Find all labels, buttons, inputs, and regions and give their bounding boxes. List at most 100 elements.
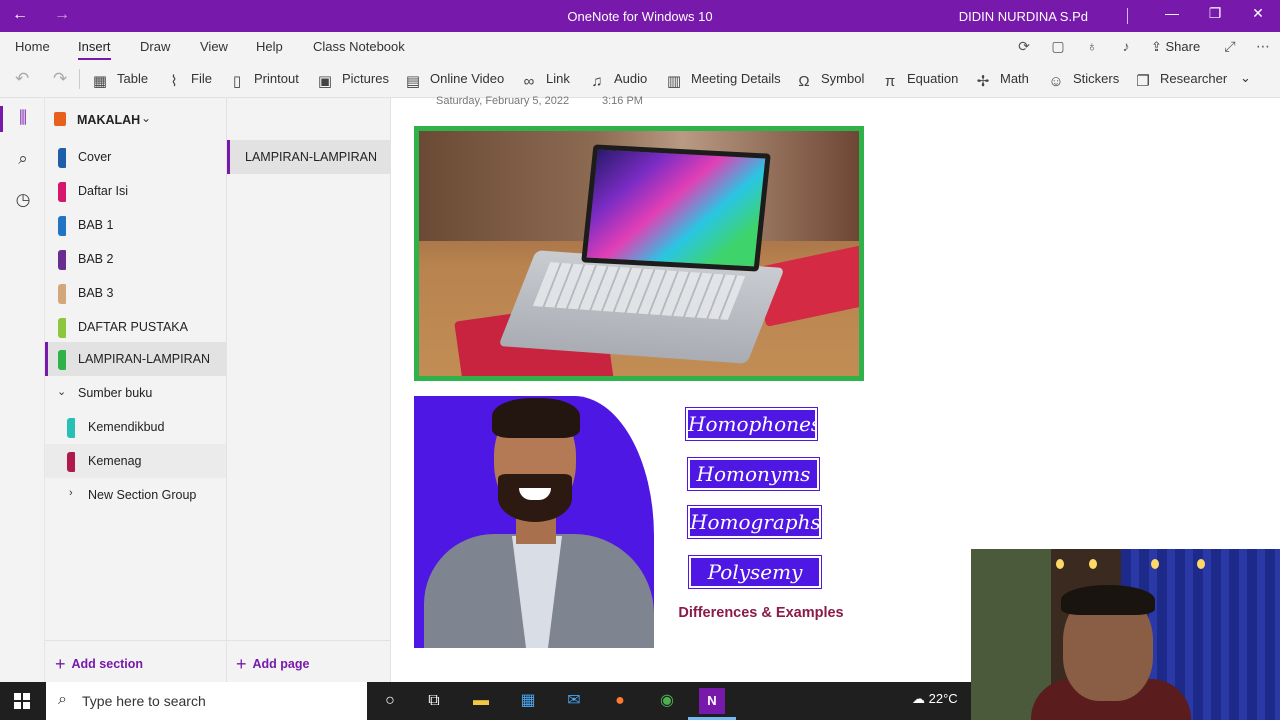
table-icon: ▦ — [92, 73, 108, 90]
table-label: Table — [117, 71, 149, 86]
notebook-name: MAKALAH — [77, 113, 141, 127]
section-label: Kemenag — [88, 454, 142, 468]
file-explorer-icon[interactable]: ▬ — [468, 688, 494, 714]
link-label: Link — [546, 71, 570, 86]
close-icon[interactable]: ✕ — [1248, 5, 1268, 22]
section-label: BAB 2 — [78, 252, 114, 266]
lightbulb-icon[interactable]: ♁ — [1083, 38, 1101, 54]
user-name[interactable]: DIDIN NURDINA S.Pd — [959, 9, 1088, 24]
redo-icon[interactable]: ↷ — [53, 69, 67, 89]
equation-button[interactable]: π Equation — [881, 71, 959, 90]
section-label: BAB 1 — [78, 218, 114, 232]
undo-icon[interactable]: ↶ — [15, 69, 29, 89]
pages-icon[interactable]: ▢ — [1049, 38, 1067, 54]
page-item[interactable]: LAMPIRAN-LAMPIRAN — [227, 140, 390, 174]
windows-start-icon[interactable] — [14, 693, 30, 709]
researcher-button[interactable]: ❐ Researcher — [1134, 71, 1227, 90]
omega-icon: Ω — [798, 73, 810, 90]
section-bab-3[interactable]: BAB 3 — [45, 276, 226, 310]
minimize-icon[interactable]: — — [1162, 5, 1182, 21]
search-placeholder: Type here to search — [82, 693, 206, 709]
laptop-photo[interactable] — [414, 126, 864, 381]
file-button[interactable]: ⌇ File — [165, 71, 212, 90]
tab-help[interactable]: Help — [256, 39, 283, 54]
ribbon-collapse-icon[interactable]: ⌄ — [1240, 70, 1251, 86]
word-box: Homophones — [685, 407, 821, 441]
search-icon[interactable]: ⌕ — [12, 149, 34, 171]
link-button[interactable]: ∞ Link — [520, 71, 570, 90]
chrome-icon[interactable]: ◉ — [654, 688, 680, 714]
section-lampiran[interactable]: LAMPIRAN-LAMPIRAN — [45, 342, 226, 376]
section-color-tab — [67, 418, 75, 438]
stickers-button[interactable]: ☺ Stickers — [1047, 71, 1119, 90]
bell-icon[interactable]: ♪ — [1117, 38, 1135, 54]
title-separator — [1127, 8, 1128, 24]
plus-icon: + — [55, 654, 66, 674]
divider — [45, 640, 226, 641]
task-view-icon[interactable]: ⧉ — [421, 688, 447, 714]
section-bab-2[interactable]: BAB 2 — [45, 242, 226, 276]
notebook-header[interactable]: MAKALAH ⌄ ⇅ — [45, 106, 371, 132]
section-group-sumber-buku[interactable]: ⌄ Sumber buku — [45, 376, 226, 410]
tab-draw[interactable]: Draw — [140, 39, 170, 54]
sync-icon[interactable]: ⟳ — [1015, 38, 1033, 54]
section-label: BAB 3 — [78, 286, 114, 300]
more-options-icon[interactable]: ⋯ — [1254, 38, 1272, 54]
word-box: Homographs — [687, 505, 822, 539]
tab-view[interactable]: View — [200, 39, 228, 54]
online-video-label: Online Video — [430, 71, 505, 86]
expand-icon[interactable]: ⤢ — [1221, 38, 1239, 54]
meeting-details-button[interactable]: ▥ Meeting Details — [665, 71, 781, 90]
section-daftar-pustaka[interactable]: DAFTAR PUSTAKA — [45, 310, 226, 344]
calendar-icon: ▥ — [666, 73, 682, 90]
tab-home[interactable]: Home — [15, 39, 50, 54]
new-section-group[interactable]: › New Section Group — [45, 478, 226, 512]
section-color-tab — [58, 350, 66, 370]
recent-clock-icon[interactable]: ◷ — [12, 190, 34, 212]
section-color-tab — [67, 452, 75, 472]
section-kemendikbud[interactable]: Kemendikbud — [45, 410, 226, 444]
math-label: Math — [1000, 71, 1029, 86]
search-icon: ⌕ — [58, 691, 67, 708]
maximize-icon[interactable]: ❐ — [1205, 5, 1225, 22]
add-section-button[interactable]: + Add section — [55, 654, 143, 675]
firefox-icon[interactable]: ● — [607, 688, 633, 714]
section-label: Cover — [78, 150, 112, 164]
weather-widget[interactable]: ☁ 22°C — [912, 691, 958, 707]
section-cover[interactable]: Cover — [45, 140, 226, 174]
online-video-button[interactable]: ▤ Online Video — [404, 71, 505, 90]
link-icon: ∞ — [523, 73, 535, 90]
chevron-down-icon: ⌄ — [141, 111, 152, 125]
pictures-button[interactable]: ▣ Pictures — [316, 71, 389, 90]
equation-label: Equation — [907, 71, 959, 86]
section-color-tab — [58, 182, 66, 202]
printout-button[interactable]: ▯ Printout — [228, 71, 299, 90]
share-button[interactable]: ⇪ Share — [1151, 39, 1200, 55]
tab-insert[interactable]: Insert — [78, 39, 111, 61]
store-icon[interactable]: ▦ — [515, 688, 541, 714]
audio-button[interactable]: ♫ Audio — [588, 71, 647, 90]
image-caption: Differences & Examples — [678, 605, 844, 621]
cortana-icon[interactable]: ○ — [377, 688, 403, 714]
section-kemenag[interactable]: Kemenag — [45, 444, 226, 478]
webcam-person-hair — [1061, 585, 1155, 615]
paperclip-icon: ⌇ — [170, 73, 178, 90]
symbol-button[interactable]: Ω Symbol — [795, 71, 864, 90]
page-date: Saturday, February 5, 2022 — [436, 95, 570, 107]
new-section-group-label: New Section Group — [88, 488, 197, 502]
taskbar-search[interactable]: ⌕ Type here to search — [46, 682, 367, 720]
printout-label: Printout — [254, 71, 299, 86]
section-bab-1[interactable]: BAB 1 — [45, 208, 226, 242]
homophones-image[interactable]: Homophones Homonyms Homographs Polysemy … — [414, 396, 864, 648]
section-daftar-isi[interactable]: Daftar Isi — [45, 174, 226, 208]
table-button[interactable]: ▦ Table — [91, 71, 149, 90]
section-label: DAFTAR PUSTAKA — [78, 320, 188, 334]
meeting-details-label: Meeting Details — [691, 71, 781, 86]
math-button[interactable]: ✢ Math — [974, 71, 1029, 90]
tab-class-notebook[interactable]: Class Notebook — [313, 39, 405, 54]
add-page-button[interactable]: + Add page — [236, 654, 309, 675]
mail-icon[interactable]: ✉ — [561, 688, 587, 714]
notebooks-icon[interactable]: ⫼ — [12, 108, 34, 130]
app-title: OneNote for Windows 10 — [567, 9, 713, 24]
onenote-icon[interactable]: N — [699, 688, 725, 714]
